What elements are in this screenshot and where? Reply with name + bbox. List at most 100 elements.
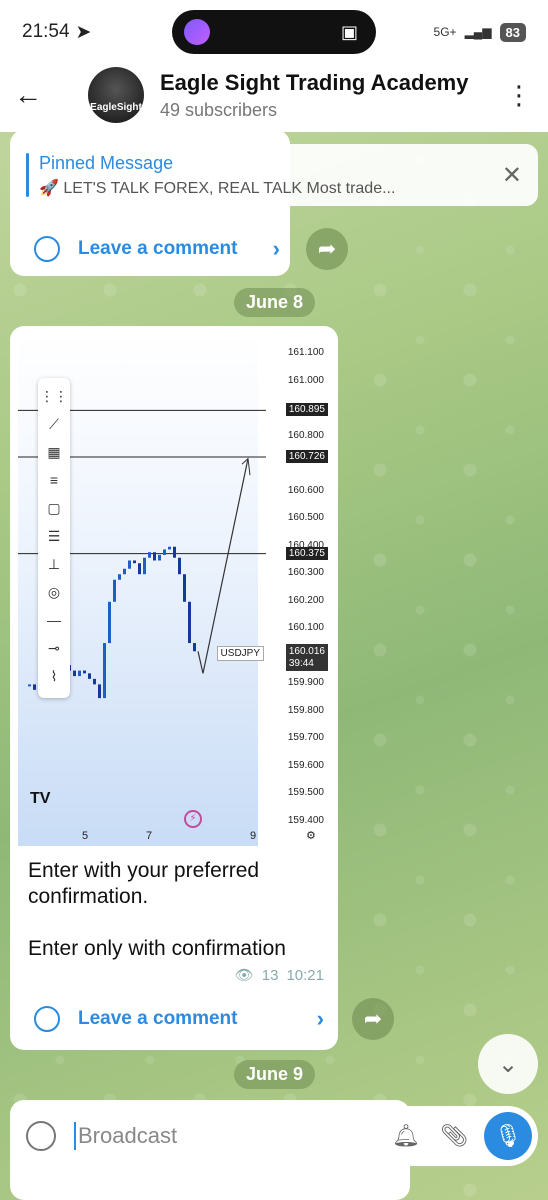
candle	[153, 552, 156, 561]
comment-icon	[34, 236, 60, 262]
price-tick-label: 161.100	[287, 347, 324, 358]
price-tick-label: 160.500	[287, 512, 324, 524]
price-tick-label: 160.200	[287, 594, 324, 606]
candle	[113, 579, 116, 602]
price-tick-label: 160.800	[287, 429, 324, 441]
x-tick-label: 7	[146, 830, 153, 842]
leave-comment-button[interactable]: Leave a comment ›	[34, 1006, 324, 1032]
channel-title: Eagle Sight Trading Academy	[160, 69, 469, 95]
view-count: 13	[261, 966, 279, 984]
candle	[128, 560, 131, 569]
price-tick-label: 161.000	[287, 374, 324, 386]
candle	[173, 546, 176, 558]
lines-icon[interactable]: ☰	[44, 526, 64, 546]
pinned-title: Pinned Message	[39, 152, 174, 173]
rectangle-icon[interactable]: ▢	[44, 498, 64, 518]
media-app-icon	[184, 19, 210, 45]
pattern-icon[interactable]: ⌇	[44, 666, 64, 686]
status-bar: 21:54 ➤ ▣ 5G+ ▂▄▆ 83	[0, 0, 548, 64]
date-separator: June 8	[234, 288, 316, 317]
candle	[183, 574, 186, 602]
ray-icon[interactable]: ⊸	[44, 638, 64, 658]
microphone-icon[interactable]: 🎙︎	[484, 1112, 532, 1160]
share-button[interactable]: ➦	[352, 998, 394, 1040]
candle	[28, 684, 31, 687]
price-tag: 160.016 39:44	[285, 644, 328, 671]
projection-arrow	[197, 458, 249, 674]
text-caret	[74, 1122, 76, 1150]
price-tick-label: 159.600	[287, 759, 324, 771]
status-indicators: 5G+ ▂▄▆ 83	[433, 22, 526, 42]
horizontal-line-icon[interactable]: —	[44, 610, 64, 630]
candle	[118, 574, 121, 580]
share-button[interactable]: ➦	[306, 228, 348, 270]
candle	[93, 678, 96, 685]
scroll-down-button[interactable]: ⌄	[478, 1034, 538, 1094]
chart-image[interactable]: 161.100 161.000 160.895 160.800 160.726 160.6…	[18, 334, 330, 846]
share-icon: ➦	[317, 236, 337, 261]
long-position-icon[interactable]: ⊥	[44, 554, 64, 574]
price-tick-label: 159.500	[287, 787, 324, 799]
chevron-right-icon: ›	[272, 236, 280, 261]
symbol-label: USDJPY	[216, 646, 264, 661]
candle	[133, 560, 136, 564]
candle	[33, 684, 36, 690]
channel-info[interactable]: Eagle Sight Trading Academy 49 subscribe…	[160, 70, 504, 121]
share-icon: ➦	[363, 1006, 383, 1031]
more-menu-icon[interactable]: ⋮	[504, 80, 534, 111]
drawing-toolbar: ⋮⋮ ⟋ ▦ ≡ ▢ ☰ ⊥ ◎ — ⊸ ⌇	[38, 378, 70, 698]
pinned-indicator	[26, 153, 29, 197]
candle	[178, 557, 181, 575]
pinned-message-bar[interactable]: Pinned Message 🚀 LET'S TALK FOREX, REAL …	[10, 144, 538, 206]
settings-icon[interactable]: ⚙	[306, 829, 316, 842]
candle	[148, 552, 151, 558]
eye-icon: 👁	[234, 967, 254, 984]
circle-icon[interactable]: ◎	[44, 582, 64, 602]
message-meta: 👁 13 10:21	[234, 966, 324, 985]
level-label: 160.375	[285, 546, 328, 560]
level-label: 160.895	[285, 403, 328, 417]
bell-icon[interactable]: 🔔︎	[388, 1123, 424, 1149]
back-arrow-icon[interactable]: ←	[14, 79, 64, 111]
x-tick-label: 5	[82, 830, 89, 842]
price-axis: 161.100 161.000 160.895 160.800 160.726 160.6…	[266, 334, 330, 846]
candle	[143, 557, 146, 575]
message-bubble: 161.100 161.000 160.895 160.800 160.726 160.6…	[10, 326, 338, 1050]
message-input-bar: Broadcast 🔔︎ 📎︎ 🎙︎	[10, 1106, 538, 1166]
candle	[108, 601, 111, 644]
channel-avatar[interactable]: EagleSight	[88, 67, 144, 123]
candle	[78, 670, 81, 677]
price-tick-label: 160.300	[287, 567, 324, 579]
candle	[98, 684, 101, 699]
status-time: 21:54 ➤	[22, 21, 92, 43]
candle	[88, 673, 91, 679]
candle	[103, 643, 106, 699]
price-tick-label: 159.900	[287, 677, 324, 689]
candle	[163, 549, 166, 555]
candle	[83, 670, 86, 674]
dynamic-island: ▣	[172, 10, 376, 54]
message-time: 10:21	[286, 966, 324, 984]
chevron-right-icon: ›	[316, 1006, 324, 1031]
telegram-status-icon: ➤	[75, 21, 92, 43]
drag-handle-icon[interactable]: ⋮⋮	[40, 386, 68, 406]
trendline-icon[interactable]: ⟋	[44, 414, 64, 434]
network-label: 5G+	[433, 25, 457, 39]
candle	[188, 601, 191, 644]
message-text: Enter with your preferred confirmation. …	[28, 859, 286, 960]
leave-comment-button[interactable]: Leave a comment ›	[34, 236, 280, 262]
attach-icon[interactable]: 📎︎	[436, 1123, 472, 1149]
price-tick-label: 160.600	[287, 484, 324, 496]
battery-indicator: 83	[499, 22, 526, 42]
broadcast-input[interactable]: Broadcast	[78, 1123, 388, 1149]
screenshot-icon: ▣	[340, 21, 358, 42]
candle	[123, 568, 126, 575]
candle	[73, 670, 76, 677]
fib-icon[interactable]: ≡	[44, 470, 64, 490]
close-icon[interactable]: ✕	[502, 161, 522, 190]
signal-icon: ▂▄▆	[464, 25, 492, 39]
chevron-down-icon: ⌄	[497, 1050, 519, 1078]
grid-icon[interactable]: ▦	[44, 442, 64, 462]
candle	[168, 546, 171, 550]
emoji-icon[interactable]	[26, 1121, 56, 1151]
